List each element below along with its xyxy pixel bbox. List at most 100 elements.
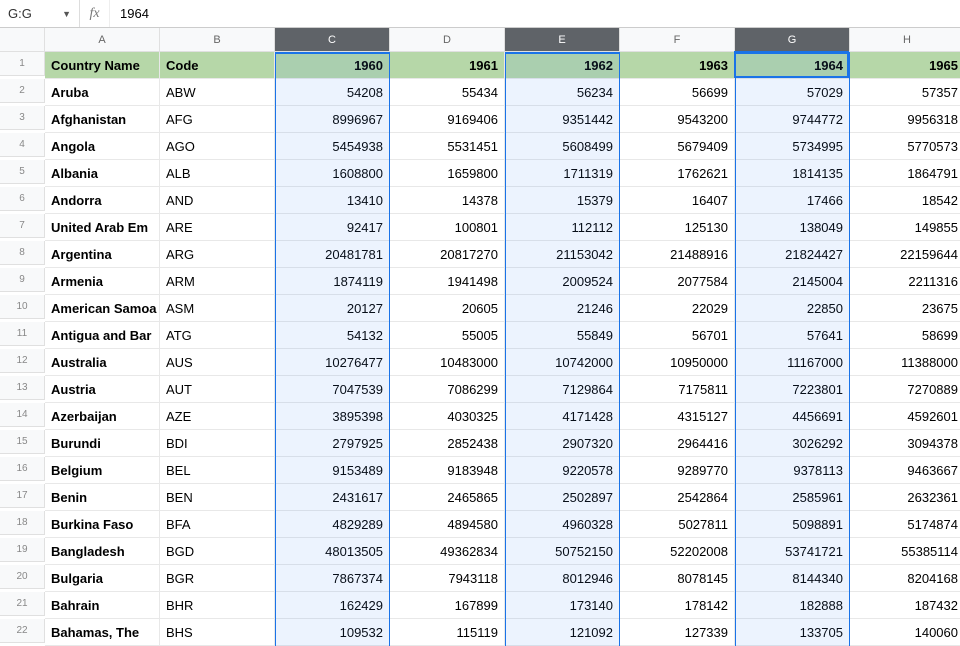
- column-header[interactable]: E: [505, 28, 620, 52]
- cell-value[interactable]: 149855: [850, 214, 960, 241]
- cell-value[interactable]: 7943118: [390, 565, 505, 592]
- cell-country[interactable]: Benin: [45, 484, 160, 511]
- cell-code[interactable]: BHR: [160, 592, 275, 619]
- cell-value[interactable]: 55849: [505, 322, 620, 349]
- cell-value[interactable]: 9463667: [850, 457, 960, 484]
- cell-value[interactable]: 4960328: [505, 511, 620, 538]
- cell-value[interactable]: 7175811: [620, 376, 735, 403]
- cell-value[interactable]: 13410: [275, 187, 390, 214]
- cell-code[interactable]: BEN: [160, 484, 275, 511]
- cell-country[interactable]: Bulgaria: [45, 565, 160, 592]
- cell-value[interactable]: 8996967: [275, 106, 390, 133]
- cell-value[interactable]: 5770573: [850, 133, 960, 160]
- header-cell[interactable]: 1961: [390, 52, 505, 79]
- header-cell[interactable]: 1960: [275, 52, 390, 79]
- cell-code[interactable]: BFA: [160, 511, 275, 538]
- cell-value[interactable]: 20817270: [390, 241, 505, 268]
- cell-code[interactable]: BDI: [160, 430, 275, 457]
- column-header[interactable]: B: [160, 28, 275, 52]
- cell-value[interactable]: 1814135: [735, 160, 850, 187]
- cell-value[interactable]: 53741721: [735, 538, 850, 565]
- column-header[interactable]: F: [620, 28, 735, 52]
- cell-country[interactable]: Belgium: [45, 457, 160, 484]
- cell-value[interactable]: 4894580: [390, 511, 505, 538]
- cell-value[interactable]: 58699: [850, 322, 960, 349]
- name-box[interactable]: G:G ▼: [0, 0, 80, 27]
- cell-value[interactable]: 11167000: [735, 349, 850, 376]
- row-header[interactable]: 4: [0, 133, 45, 157]
- row-header[interactable]: 18: [0, 511, 45, 535]
- cell-value[interactable]: 55385114: [850, 538, 960, 565]
- cell-value[interactable]: 173140: [505, 592, 620, 619]
- row-header[interactable]: 1: [0, 52, 45, 76]
- cell-value[interactable]: 20605: [390, 295, 505, 322]
- cell-code[interactable]: ALB: [160, 160, 275, 187]
- cell-value[interactable]: 2542864: [620, 484, 735, 511]
- cell-code[interactable]: ARG: [160, 241, 275, 268]
- select-all-corner[interactable]: [0, 28, 45, 52]
- row-header[interactable]: 17: [0, 484, 45, 508]
- cell-value[interactable]: 92417: [275, 214, 390, 241]
- cell-code[interactable]: ABW: [160, 79, 275, 106]
- cell-value[interactable]: 1762621: [620, 160, 735, 187]
- row-header[interactable]: 20: [0, 565, 45, 589]
- cell-value[interactable]: 21824427: [735, 241, 850, 268]
- cell-code[interactable]: AUT: [160, 376, 275, 403]
- cell-value[interactable]: 22159644: [850, 241, 960, 268]
- cell-value[interactable]: 14378: [390, 187, 505, 214]
- header-cell[interactable]: 1962: [505, 52, 620, 79]
- cell-value[interactable]: 8204168: [850, 565, 960, 592]
- cell-value[interactable]: 52202008: [620, 538, 735, 565]
- cell-value[interactable]: 3895398: [275, 403, 390, 430]
- cell-country[interactable]: Austria: [45, 376, 160, 403]
- cell-value[interactable]: 9169406: [390, 106, 505, 133]
- cell-country[interactable]: Bangladesh: [45, 538, 160, 565]
- cell-code[interactable]: BGD: [160, 538, 275, 565]
- cell-value[interactable]: 1659800: [390, 160, 505, 187]
- cell-country[interactable]: Albania: [45, 160, 160, 187]
- cell-value[interactable]: 2465865: [390, 484, 505, 511]
- cell-value[interactable]: 2145004: [735, 268, 850, 295]
- row-header[interactable]: 2: [0, 79, 45, 103]
- cell-value[interactable]: 4592601: [850, 403, 960, 430]
- cell-value[interactable]: 17466: [735, 187, 850, 214]
- cell-value[interactable]: 109532: [275, 619, 390, 646]
- cell-value[interactable]: 15379: [505, 187, 620, 214]
- row-header[interactable]: 8: [0, 241, 45, 265]
- cell-value[interactable]: 2632361: [850, 484, 960, 511]
- cell-code[interactable]: BHS: [160, 619, 275, 646]
- cell-value[interactable]: 50752150: [505, 538, 620, 565]
- cell-value[interactable]: 20481781: [275, 241, 390, 268]
- cell-country[interactable]: Argentina: [45, 241, 160, 268]
- row-header[interactable]: 9: [0, 268, 45, 292]
- header-cell[interactable]: 1964: [735, 52, 850, 79]
- cell-value[interactable]: 5454938: [275, 133, 390, 160]
- cell-value[interactable]: 187432: [850, 592, 960, 619]
- cell-code[interactable]: AFG: [160, 106, 275, 133]
- cell-country[interactable]: Azerbaijan: [45, 403, 160, 430]
- cell-value[interactable]: 10950000: [620, 349, 735, 376]
- cell-value[interactable]: 9289770: [620, 457, 735, 484]
- cell-value[interactable]: 10276477: [275, 349, 390, 376]
- cell-value[interactable]: 9543200: [620, 106, 735, 133]
- cell-value[interactable]: 4171428: [505, 403, 620, 430]
- cell-value[interactable]: 7223801: [735, 376, 850, 403]
- cell-value[interactable]: 8144340: [735, 565, 850, 592]
- cell-value[interactable]: 2964416: [620, 430, 735, 457]
- cell-country[interactable]: Afghanistan: [45, 106, 160, 133]
- header-cell[interactable]: 1963: [620, 52, 735, 79]
- cell-value[interactable]: 21153042: [505, 241, 620, 268]
- header-cell[interactable]: 1965: [850, 52, 960, 79]
- cell-value[interactable]: 127339: [620, 619, 735, 646]
- cell-value[interactable]: 9956318: [850, 106, 960, 133]
- header-cell[interactable]: Country Name: [45, 52, 160, 79]
- cell-value[interactable]: 56234: [505, 79, 620, 106]
- cell-value[interactable]: 57029: [735, 79, 850, 106]
- spreadsheet-grid[interactable]: ABCDEFGH1Country NameCode196019611962196…: [0, 28, 960, 646]
- cell-code[interactable]: ARM: [160, 268, 275, 295]
- cell-value[interactable]: 2009524: [505, 268, 620, 295]
- cell-value[interactable]: 21246: [505, 295, 620, 322]
- cell-country[interactable]: Bahamas, The: [45, 619, 160, 646]
- cell-value[interactable]: 138049: [735, 214, 850, 241]
- cell-code[interactable]: AUS: [160, 349, 275, 376]
